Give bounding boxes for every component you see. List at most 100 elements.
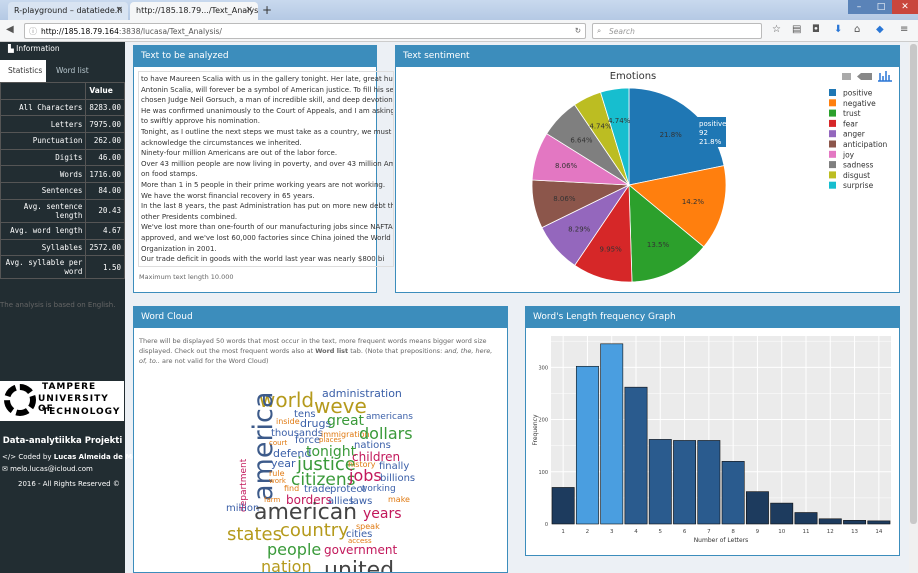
reload-icon[interactable]: ↻ xyxy=(575,26,581,35)
legend-swatch xyxy=(829,171,836,179)
browser-tab-text-analysis[interactable]: http://185.18.79.../Text_Analysis/× xyxy=(130,2,258,20)
text-line: Our trade deficit in goods with the worl… xyxy=(141,255,385,264)
text-line: other Presidents combined. xyxy=(141,212,238,221)
word-length-panel-title: Word's Length frequency Graph xyxy=(526,306,899,328)
back-arrow-icon[interactable]: ◀ xyxy=(6,24,14,35)
text-line: chosen Judge Neil Gorsuch, a man of incr… xyxy=(141,96,393,105)
bar-3[interactable] xyxy=(600,343,624,525)
cloud-word-years: years xyxy=(363,506,402,522)
home-icon[interactable]: ⌂ xyxy=(854,24,860,35)
stat-label: Avg. word length xyxy=(0,221,87,240)
cloud-word-make: make xyxy=(388,495,410,504)
menu-hamburger-icon[interactable]: ≡ xyxy=(900,24,908,35)
browser-tab-rplayground[interactable]: R-playground – datatiede.fi × xyxy=(8,2,128,20)
pocket-icon[interactable]: ◘ xyxy=(812,24,820,35)
gear-logo-icon xyxy=(4,384,36,416)
pie-slice-label: 9.95% xyxy=(600,245,623,253)
max-length-note: Maximum text length 10.000 xyxy=(139,273,234,281)
stats-row: Avg. syllable per word 1.50 xyxy=(0,255,125,280)
legend-label[interactable]: positive xyxy=(843,89,873,98)
close-tab-icon[interactable]: × xyxy=(115,5,123,15)
stat-value: 2572.00 xyxy=(85,238,125,257)
minimize-icon[interactable]: – xyxy=(848,0,870,14)
reading-list-icon[interactable]: ▤ xyxy=(792,24,801,35)
camera-icon[interactable] xyxy=(842,73,851,80)
bar-5[interactable] xyxy=(648,439,672,525)
y-tick-label: 200 xyxy=(538,418,548,424)
tab-word-list[interactable]: Word list xyxy=(48,60,97,82)
word-cloud: administration world weve tens americans insi… xyxy=(134,372,506,572)
bar-8[interactable] xyxy=(721,461,745,525)
legend-label[interactable]: fear xyxy=(843,119,859,128)
stat-value: 4.67 xyxy=(85,221,125,240)
text-line: Over 43 million people are now living in… xyxy=(141,159,393,168)
stat-value: 1.50 xyxy=(85,255,125,280)
stats-row: Avg. word length 4.67 xyxy=(0,221,125,240)
bar-7[interactable] xyxy=(697,440,721,525)
stats-row: Sentences 84.00 xyxy=(0,182,125,200)
text-input-area[interactable]: to have Maureen Scalia with us in the ga… xyxy=(138,71,394,267)
text-line: Tonight, as I outline the next steps we … xyxy=(141,127,393,136)
email-line[interactable]: ✉ melo.lucas@icloud.com xyxy=(2,465,93,473)
coded-prefix: Coded by xyxy=(18,453,52,461)
cloud-word-government: government xyxy=(324,543,398,557)
text-line: on food stamps. xyxy=(141,170,198,179)
stat-label: Words xyxy=(0,165,87,184)
stat-value: 262.00 xyxy=(85,132,125,150)
bar-13[interactable] xyxy=(843,520,867,525)
y-axis-label: Frequency xyxy=(532,414,539,445)
y-tick-label: 100 xyxy=(538,470,548,476)
bar-10[interactable] xyxy=(770,502,794,525)
cloud-word-americans: americans xyxy=(366,412,413,422)
legend-label[interactable]: joy xyxy=(842,150,855,159)
stat-label: Avg. syllable per word xyxy=(0,255,87,280)
stat-value: 8283.00 xyxy=(85,98,125,117)
email-link[interactable]: melo.lucas@icloud.com xyxy=(10,465,93,473)
cloud-word-year: year xyxy=(271,457,296,470)
bar-1[interactable] xyxy=(551,487,575,525)
analysis-language-note: The analysis is based on English. xyxy=(0,301,116,309)
maximize-icon[interactable]: □ xyxy=(870,0,892,14)
bar-2[interactable] xyxy=(575,365,599,525)
bookmark-star-icon[interactable]: ☆ xyxy=(772,24,781,35)
project-title: Data-analytiikka Projekti xyxy=(2,436,123,446)
legend-label[interactable]: surprise xyxy=(843,181,874,190)
word-cloud-description: There will be displayed 50 words that mo… xyxy=(139,336,501,366)
bar-4[interactable] xyxy=(624,386,648,525)
tag-icon[interactable] xyxy=(857,73,872,80)
search-input[interactable]: ⌕ Search xyxy=(592,23,762,39)
download-icon[interactable]: ⬇ xyxy=(834,24,842,35)
legend-label[interactable]: negative xyxy=(843,99,876,108)
text-line: Organization in 2001. xyxy=(141,244,217,253)
info-icon[interactable]: ⓘ xyxy=(29,26,37,37)
scrollbar-thumb[interactable] xyxy=(910,44,917,524)
legend-label[interactable]: trust xyxy=(843,109,861,118)
text-line: to swiftly approve his nomination. xyxy=(141,117,260,126)
close-tab-icon[interactable]: × xyxy=(245,5,253,15)
extension-icon[interactable]: ◆ xyxy=(876,24,884,35)
x-tick-label: 10 xyxy=(778,529,785,535)
legend-label[interactable]: anger xyxy=(843,130,866,139)
plotly-logo-icon[interactable] xyxy=(878,71,892,82)
bar-9[interactable] xyxy=(745,491,769,525)
close-window-icon[interactable]: ✕ xyxy=(892,0,918,14)
legend-label[interactable]: disgust xyxy=(843,171,870,180)
bar-14[interactable] xyxy=(867,520,891,525)
new-tab-plus-icon[interactable]: + xyxy=(262,3,272,17)
stat-value: 84.00 xyxy=(85,182,125,200)
cloud-word-nation: nation xyxy=(261,557,312,573)
text-line: to have Maureen Scalia with us in the ga… xyxy=(141,75,394,83)
envelope-icon: ✉ xyxy=(2,465,11,473)
tab-statistics[interactable]: Statistics xyxy=(0,60,46,82)
table-header-empty xyxy=(0,82,87,100)
bar-11[interactable] xyxy=(794,512,818,525)
tooltip-text: 92 xyxy=(699,129,708,137)
pie-slice-label: 13.5% xyxy=(647,241,670,249)
url-bar[interactable]: ⓘ http://185.18.79.164:3838/lucasa/Text_A… xyxy=(24,23,586,39)
text-panel-title: Text to be analyzed xyxy=(134,45,376,67)
legend-label[interactable]: sadness xyxy=(843,161,874,170)
url-host: http://185.18.79.164 xyxy=(41,27,119,36)
legend-label[interactable]: anticipation xyxy=(843,140,888,149)
bar-12[interactable] xyxy=(818,518,842,525)
bar-6[interactable] xyxy=(673,440,697,525)
